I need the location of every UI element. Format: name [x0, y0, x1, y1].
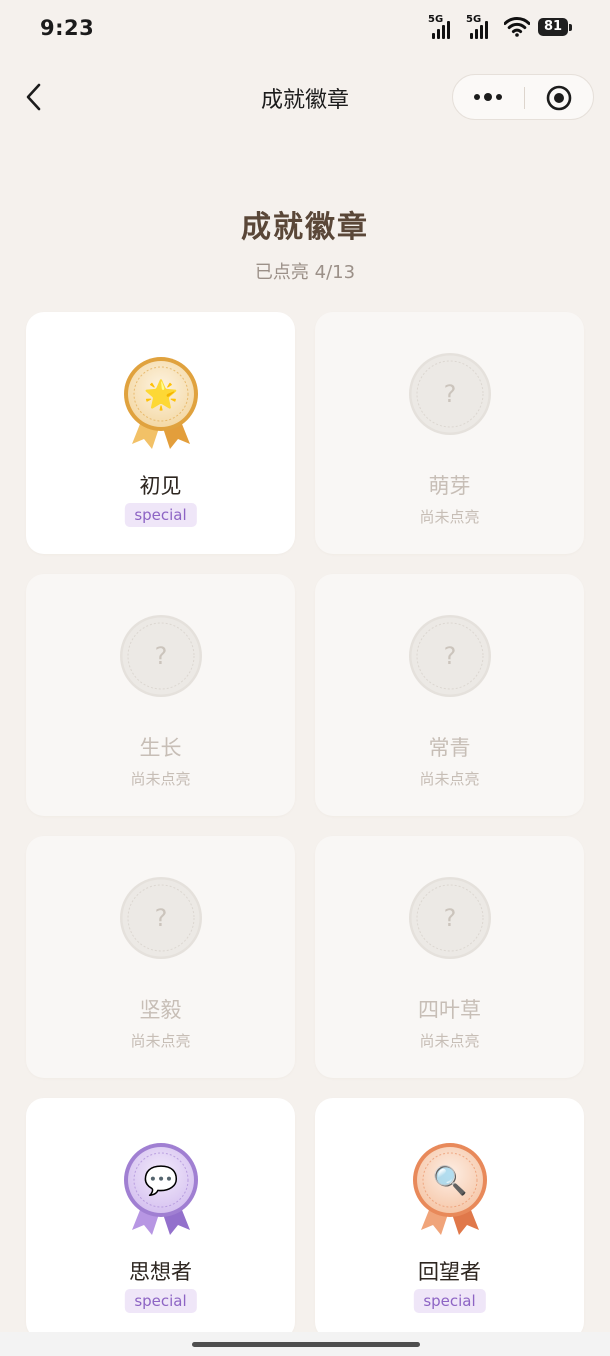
magnifier-medal-icon: 🔍	[412, 1143, 487, 1235]
speech-bubble-medal-icon: 💬	[123, 1143, 198, 1235]
badge-card[interactable]: ? 坚毅 尚未点亮	[26, 836, 295, 1078]
status-icons: 5G 5G 81	[428, 14, 572, 40]
badge-card[interactable]: ? 四叶草 尚未点亮	[315, 836, 584, 1078]
locked-badge-icon: ?	[119, 615, 202, 697]
badge-icon-wrap: 🌟	[116, 352, 206, 452]
badge-name: 初见	[139, 474, 182, 498]
status-time: 9:23	[40, 16, 95, 40]
badge-card[interactable]: 💬 思想者 special	[26, 1098, 295, 1340]
badge-card[interactable]: ? 常青 尚未点亮	[315, 574, 584, 816]
badge-status: 尚未点亮	[419, 508, 480, 526]
unlock-progress: 已点亮 4/13	[254, 262, 356, 283]
badge-glyph: ?	[443, 904, 456, 932]
badge-grid: 🌟 初见 special ? 萌芽 尚未点亮 ? 生长 尚未点亮 ? 常青 尚未…	[26, 312, 584, 1340]
badge-name: 坚毅	[139, 998, 182, 1022]
badge-card[interactable]: 🌟 初见 special	[26, 312, 295, 554]
target-circle-icon[interactable]	[545, 84, 573, 112]
badge-status: 尚未点亮	[419, 770, 480, 788]
cellular-signal-icon-2: 5G	[466, 14, 496, 40]
badge-name: 生长	[139, 736, 182, 760]
badge-icon-wrap: ?	[116, 614, 206, 714]
badge-icon-wrap: 💬	[116, 1138, 206, 1238]
badge-status: 尚未点亮	[130, 770, 191, 788]
badge-glyph: ?	[443, 380, 456, 408]
badge-icon-wrap: 🔍	[405, 1138, 495, 1238]
badge-name: 四叶草	[418, 998, 481, 1022]
badge-status: 尚未点亮	[130, 1032, 191, 1050]
battery-icon: 81	[538, 18, 572, 36]
more-dots-icon[interactable]	[471, 84, 507, 110]
badge-tag: special	[124, 1289, 197, 1313]
home-indicator-area	[0, 1332, 610, 1356]
locked-badge-icon: ?	[119, 877, 202, 959]
battery-level: 81	[538, 18, 568, 36]
locked-badge-icon: ?	[408, 877, 491, 959]
badge-card[interactable]: ? 萌芽 尚未点亮	[315, 312, 584, 554]
badge-icon-wrap: ?	[405, 876, 495, 976]
badge-tag: special	[124, 503, 197, 527]
locked-badge-icon: ?	[408, 353, 491, 435]
badge-tag: special	[413, 1289, 486, 1313]
badge-icon-wrap: ?	[116, 876, 206, 976]
badge-icon-wrap: ?	[405, 614, 495, 714]
capsule-divider	[524, 87, 525, 109]
page-title: 成就徽章	[241, 210, 369, 245]
badge-glyph: 🌟	[143, 378, 178, 411]
badge-name: 回望者	[418, 1260, 481, 1284]
badge-card[interactable]: ? 生长 尚未点亮	[26, 574, 295, 816]
nav-bar: 成就徽章	[0, 64, 610, 130]
locked-badge-icon: ?	[408, 615, 491, 697]
badge-glyph: ?	[154, 904, 167, 932]
badge-glyph: 💬	[143, 1164, 178, 1197]
home-indicator[interactable]	[192, 1342, 420, 1347]
badge-card[interactable]: 🔍 回望者 special	[315, 1098, 584, 1340]
badge-glyph: ?	[154, 642, 167, 670]
badge-icon-wrap: ?	[405, 352, 495, 452]
wifi-icon	[504, 17, 530, 37]
badge-name: 思想者	[129, 1260, 192, 1284]
badge-glyph: 🔍	[432, 1162, 467, 1197]
badge-name: 萌芽	[428, 474, 471, 498]
cellular-signal-icon: 5G	[428, 14, 458, 40]
status-bar: 9:23 5G 5G 81	[0, 0, 610, 60]
star-medal-icon: 🌟	[123, 357, 198, 449]
badge-status: 尚未点亮	[419, 1032, 480, 1050]
mini-program-capsule	[452, 74, 594, 120]
badge-glyph: ?	[443, 642, 456, 670]
badge-name: 常青	[428, 736, 471, 760]
